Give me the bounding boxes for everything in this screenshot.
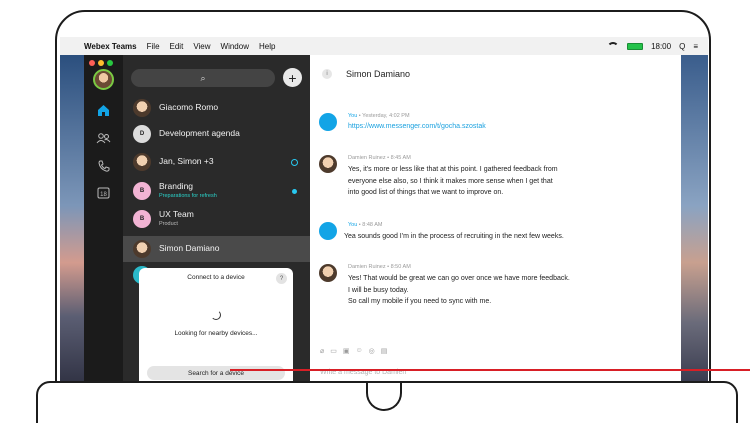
avatar <box>133 153 151 171</box>
screen: Webex Teams File Edit View Window Help 1… <box>60 37 708 390</box>
message-line: I will be busy today. <box>348 286 409 294</box>
menubar-status: 18:00 Q ≡ <box>607 42 698 51</box>
chat-bubble-icon <box>319 113 337 131</box>
minimize-window-button[interactable] <box>98 60 104 66</box>
search-icon: ⌕ <box>200 72 206 83</box>
unread-indicator <box>292 188 297 194</box>
app-name-menu[interactable]: Webex Teams <box>84 42 137 51</box>
calendar-icon[interactable]: 18 <box>96 185 111 200</box>
space-list: ⌕ + Giacomo Romo D Development agenda Ja… <box>123 55 310 390</box>
activity-indicator <box>291 158 298 166</box>
popup-status: Looking for nearby devices... <box>174 330 258 337</box>
calendar-day: 18 <box>100 192 107 198</box>
menu-edit[interactable]: Edit <box>170 42 184 51</box>
avatar: B <box>133 182 151 200</box>
desktop-wallpaper-left <box>60 55 84 390</box>
avatar: D <box>133 125 151 143</box>
message-meta: Damien Ruinez • 8:50 AM <box>348 264 411 270</box>
list-item-name: UX Team <box>159 209 194 220</box>
menu-help[interactable]: Help <box>259 42 275 51</box>
info-icon[interactable]: i <box>322 68 332 79</box>
webex-window: 18 ⌕ + Giacomo Romo D Development agenda <box>84 55 681 390</box>
home-icon[interactable] <box>96 103 111 118</box>
menubar: Webex Teams File Edit View Window Help 1… <box>60 37 708 55</box>
avatar <box>319 264 337 282</box>
close-window-button[interactable] <box>89 60 95 66</box>
message-meta: You • 8:48 AM <box>348 222 382 228</box>
my-avatar[interactable] <box>93 69 114 90</box>
menu-window[interactable]: Window <box>221 42 249 51</box>
popup-title: Connect to a device <box>187 274 245 281</box>
spotlight-search-icon[interactable]: Q <box>679 42 685 51</box>
avatar <box>133 99 151 117</box>
maximize-window-button[interactable] <box>107 60 113 66</box>
laptop-frame: Webex Teams File Edit View Window Help 1… <box>0 0 750 423</box>
message-author: You <box>348 222 358 228</box>
emoji-icon[interactable]: ☺ <box>355 347 362 355</box>
gif-icon[interactable]: ◎ <box>369 347 375 355</box>
message-line: into good list of things that we want to… <box>348 189 504 196</box>
message-time: • 8:48 AM <box>357 222 383 228</box>
menu-file[interactable]: File <box>147 42 160 51</box>
list-item[interactable]: Giacomo Romo <box>123 95 310 121</box>
list-item-name: Development agenda <box>159 128 240 139</box>
message-line: Yes! That would be great we can go over … <box>348 275 570 282</box>
message-line: everyone else also, so I think it makes … <box>348 177 553 185</box>
message-body: Yes, it's more or less like that at this… <box>348 164 668 199</box>
message-link[interactable]: https://www.messenger.com/t/gocha.szosta… <box>348 123 486 130</box>
help-button[interactable]: ? <box>276 273 287 284</box>
list-item-name: Branding <box>159 181 194 192</box>
phone-icon[interactable] <box>96 158 111 173</box>
wifi-icon[interactable] <box>607 42 620 50</box>
composer-toolbar: ⌀ ▭ ▣ ☺ ◎ ▤ <box>320 347 387 355</box>
menu-view[interactable]: View <box>193 42 210 51</box>
avatar <box>319 155 337 173</box>
chat-bubble-icon <box>319 222 337 240</box>
list-item-subtitle: Product <box>159 221 178 228</box>
window-controls <box>89 60 113 66</box>
message-time: • 8:50 AM <box>385 264 411 270</box>
people-icon[interactable] <box>96 131 111 146</box>
whiteboard-icon[interactable]: ▭ <box>330 347 337 355</box>
message-time: • 8:45 AM <box>385 155 411 161</box>
message-line: Yes, it's more or less like that at this… <box>348 166 558 173</box>
message-body: Yea sounds good I'm in the process of re… <box>344 231 664 243</box>
message-meta: You • Yesterday, 4:02 PM <box>348 113 410 119</box>
notification-center-icon[interactable]: ≡ <box>693 42 698 51</box>
message-author: Damien Ruinez <box>348 264 386 270</box>
battery-icon[interactable] <box>627 42 644 50</box>
nav-rail: 18 <box>84 55 123 390</box>
list-item[interactable]: D Development agenda <box>123 121 310 147</box>
list-item-name: Jan, Simon +3 <box>159 156 214 167</box>
list-item-subtitle: Preparations for refresh <box>159 193 217 200</box>
clock[interactable]: 18:00 <box>651 42 671 51</box>
list-item-name: Giacomo Romo <box>159 102 219 113</box>
message-meta: Damien Ruinez • 8:45 AM <box>348 155 411 161</box>
search-input[interactable]: ⌕ <box>131 69 275 87</box>
paperclip-icon[interactable]: ⌀ <box>320 347 324 355</box>
message-author: Damien Ruinez <box>348 155 386 161</box>
image-icon[interactable]: ▤ <box>381 347 388 355</box>
connect-device-popup: Connect to a device ? Looking for nearby… <box>139 268 293 390</box>
file-icon[interactable]: ▣ <box>343 347 350 355</box>
callout-line <box>230 369 750 371</box>
conversation-header: i Simon Damiano <box>310 55 681 92</box>
avatar: B <box>133 210 151 228</box>
list-item[interactable]: B Branding Preparations for refresh <box>123 178 310 204</box>
list-item[interactable]: Jan, Simon +3 <box>123 149 310 175</box>
message-body: Yes! That would be great we can go over … <box>348 273 668 308</box>
message-line: So call my mobile if you need to sync wi… <box>348 298 492 305</box>
desktop-wallpaper-right <box>680 55 708 390</box>
list-item[interactable]: B UX Team Product <box>123 206 310 232</box>
list-item-name: Simon Damiano <box>159 243 220 254</box>
message-line: Yea sounds good I'm in the process of re… <box>344 233 564 240</box>
conversation-pane: i Simon Damiano You • Yesterday, 4:02 PM… <box>310 55 681 390</box>
avatar <box>133 240 151 258</box>
conversation-title: Simon Damiano <box>346 68 411 79</box>
new-space-button[interactable]: + <box>283 68 302 87</box>
list-item[interactable]: Simon Damiano <box>123 236 310 262</box>
message-time: • Yesterday, 4:02 PM <box>357 113 410 119</box>
message-author: You <box>348 113 358 119</box>
loading-spinner-icon <box>211 310 221 320</box>
